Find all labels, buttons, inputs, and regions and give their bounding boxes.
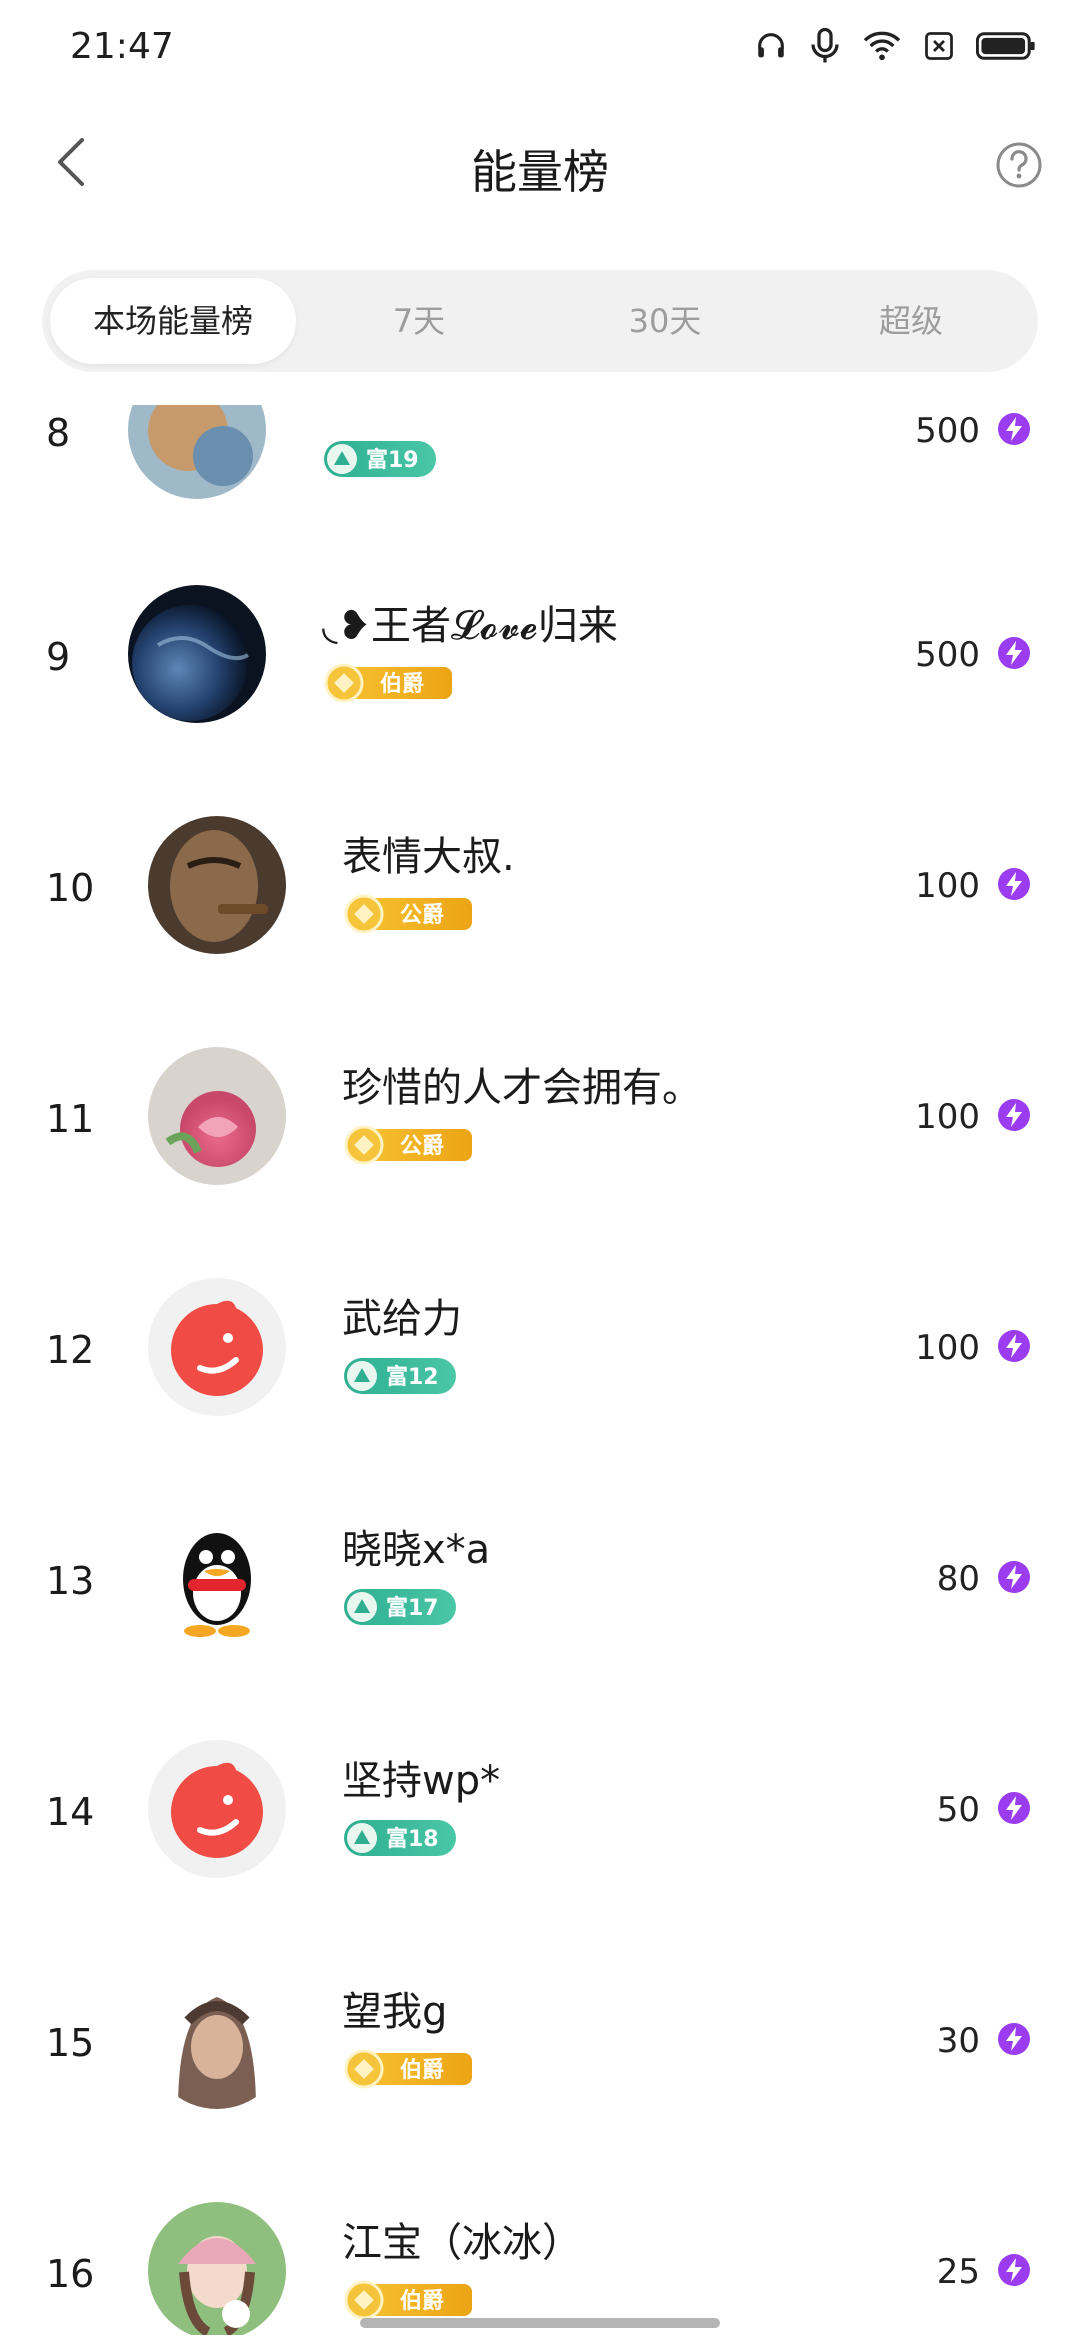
user-name: 望我g	[342, 1989, 448, 2035]
lightning-icon	[998, 1099, 1030, 1131]
list-item[interactable]: 13 晓晓x*a 富17 80	[0, 1463, 1080, 1693]
list-item[interactable]: 16 江宝（冰冰） 伯爵 25	[0, 2156, 1080, 2335]
status-icons	[754, 28, 1036, 64]
badge-label: 伯爵	[400, 2288, 444, 2314]
no-sim-icon	[925, 32, 953, 60]
lightning-icon	[998, 1330, 1030, 1362]
list-item[interactable]: 14 坚持wp* 富18 50	[0, 1694, 1080, 1924]
headphones-icon	[758, 33, 784, 58]
rich-level-badge: 富12	[344, 1358, 456, 1394]
tab-super[interactable]: 超级	[788, 278, 1034, 364]
noble-rank-badge: 伯爵	[344, 2280, 472, 2320]
rank-number: 8	[46, 411, 71, 455]
noble-rank-badge: 伯爵	[344, 2049, 472, 2089]
microphone-icon	[811, 28, 839, 63]
avatar	[148, 1047, 286, 1185]
avatar	[148, 1971, 286, 2109]
lightning-icon	[998, 1792, 1030, 1824]
rank-number: 9	[46, 635, 71, 679]
list-item[interactable]: 10 表情大叔. 公爵 100	[0, 770, 1080, 1000]
user-name: 晓晓x*a	[342, 1527, 491, 1573]
user-name: 坚持wp*	[342, 1758, 501, 1804]
avatar	[128, 585, 266, 723]
user-name: 表情大叔.	[342, 834, 515, 880]
lightning-icon	[998, 1561, 1030, 1593]
avatar	[148, 1509, 286, 1647]
list-item[interactable]: 8 富19 500	[0, 405, 1080, 545]
badge-label: 伯爵	[400, 2057, 444, 2083]
badge-label: 公爵	[400, 903, 444, 928]
list-item[interactable]: 11 珍惜的人才会拥有。 公爵 100	[0, 1001, 1080, 1231]
wifi-icon	[863, 31, 901, 61]
list-item[interactable]: 9 ◟❥王者𝓛𝓸𝓿𝓮归来 伯爵 500	[0, 539, 1080, 769]
rank-number: 10	[46, 866, 95, 910]
page-title: 能量榜	[471, 145, 609, 199]
rich-level-badge: 富18	[344, 1820, 456, 1856]
user-name: 江宝（冰冰）	[342, 2220, 582, 2266]
ranking-list: 8 富19 500 9 ◟❥王者𝓛𝓸𝓿𝓮归来 伯爵 500 10 表情大叔. 公…	[0, 405, 1080, 2335]
help-circle-icon	[996, 142, 1042, 188]
badge-label: 富17	[386, 1595, 439, 1621]
energy-score: 80	[936, 1559, 980, 1599]
tab-7-days[interactable]: 7天	[296, 278, 542, 364]
noble-rank-badge: 公爵	[344, 1125, 472, 1165]
rank-number: 14	[46, 1790, 95, 1834]
badge-label: 富18	[386, 1826, 439, 1852]
energy-score: 100	[915, 1097, 980, 1137]
rich-level-badge: 富19	[324, 441, 436, 477]
status-bar: 21:47	[0, 0, 1080, 96]
lightning-icon	[998, 637, 1030, 669]
badge-label: 伯爵	[380, 671, 424, 697]
battery-icon	[976, 32, 1035, 60]
noble-rank-badge: 伯爵	[324, 663, 452, 703]
rank-number: 13	[46, 1559, 95, 1603]
rank-number: 11	[46, 1097, 95, 1141]
energy-score: 50	[936, 1790, 980, 1830]
badge-label: 富19	[366, 447, 419, 473]
user-name: 武给力	[342, 1296, 462, 1342]
lightning-icon	[998, 2023, 1030, 2055]
user-name: 珍惜的人才会拥有。	[342, 1065, 702, 1111]
app-header: 能量榜	[0, 96, 1080, 236]
noble-rank-badge: 公爵	[344, 894, 472, 934]
help-button[interactable]	[994, 140, 1044, 190]
ranking-period-tabs: 本场能量榜 7天 30天 超级	[42, 270, 1038, 372]
avatar	[148, 816, 286, 954]
energy-score: 100	[915, 1328, 980, 1368]
rank-number: 12	[46, 1328, 95, 1372]
tab-current-session[interactable]: 本场能量榜	[50, 278, 296, 364]
list-item[interactable]: 15 望我g 伯爵 30	[0, 1925, 1080, 2155]
status-time: 21:47	[70, 26, 174, 67]
avatar	[148, 1740, 286, 1878]
badge-label: 公爵	[400, 1134, 444, 1159]
lightning-icon	[998, 868, 1030, 900]
lightning-icon	[998, 2254, 1030, 2286]
energy-score: 100	[915, 866, 980, 906]
energy-score: 25	[936, 2252, 980, 2292]
lightning-icon	[998, 413, 1030, 445]
rank-number: 16	[46, 2252, 95, 2296]
energy-score: 500	[915, 635, 980, 675]
energy-score: 500	[915, 411, 980, 451]
avatar	[148, 1278, 286, 1416]
rich-level-badge: 富17	[344, 1589, 456, 1625]
rank-number: 15	[46, 2021, 95, 2065]
badge-label: 富12	[386, 1364, 439, 1390]
list-item[interactable]: 12 武给力 富12 100	[0, 1232, 1080, 1462]
user-name: ◟❥王者𝓛𝓸𝓿𝓮归来	[322, 603, 618, 649]
avatar	[148, 2202, 286, 2335]
home-indicator[interactable]	[360, 2318, 720, 2328]
tab-30-days[interactable]: 30天	[542, 278, 788, 364]
energy-score: 30	[936, 2021, 980, 2061]
avatar	[128, 405, 266, 499]
